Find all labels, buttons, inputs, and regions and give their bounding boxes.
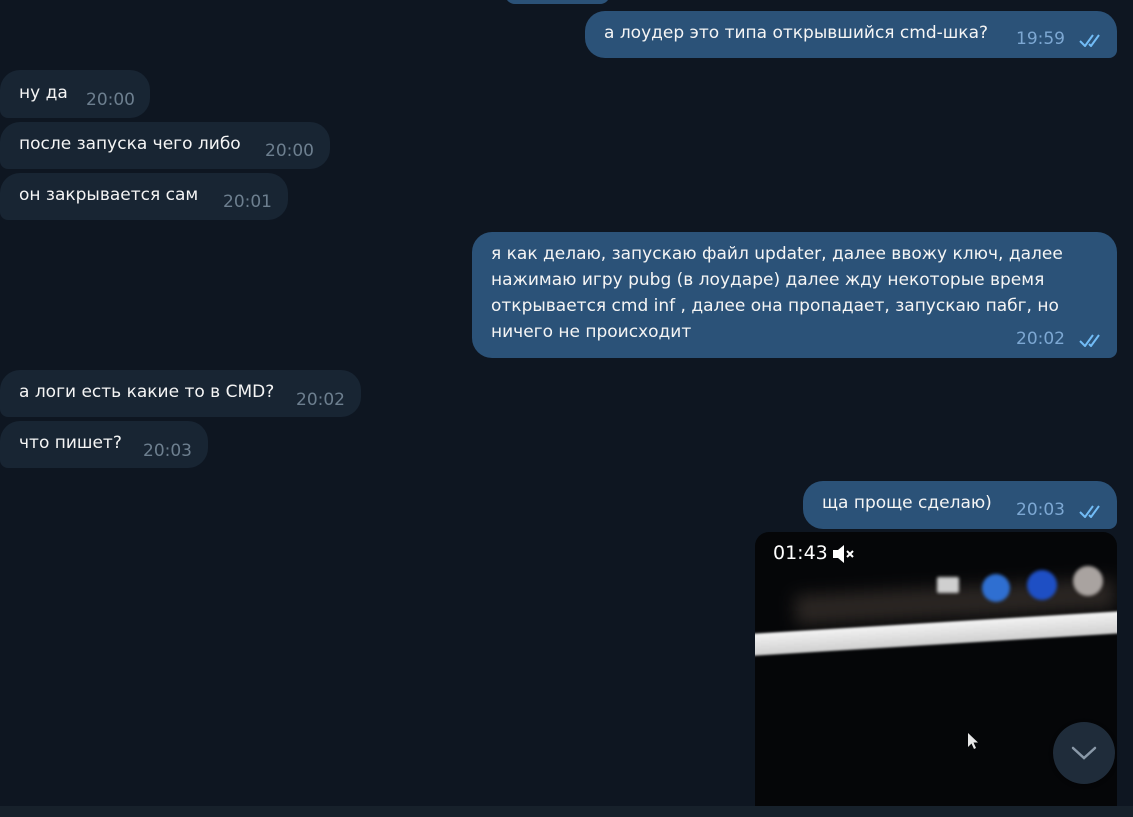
message-text-line: открывается cmd inf , далее она пропадае… [491, 296, 1059, 316]
message-text: а лоудер это типа открывшийся cmd-шка? [604, 23, 989, 43]
message-bubble-outgoing[interactable]: а лоудер это типа открывшийся cmd-шка? 1… [585, 11, 1117, 58]
message-bubble-outgoing[interactable]: ща проще сделаю) 20:03 [803, 481, 1117, 529]
scroll-to-bottom-button[interactable] [1053, 722, 1115, 784]
message-bubble-incoming[interactable]: а логи есть какие то в CMD? 20:02 [0, 370, 361, 417]
message-time: 19:59 [1016, 29, 1065, 49]
message-time: 20:02 [1016, 329, 1065, 349]
message-time: 20:02 [296, 390, 345, 410]
message-bubble-incoming[interactable]: ну да 20:00 [0, 70, 150, 118]
video-frame-app-icon [937, 577, 959, 593]
message-input-bar[interactable] [0, 806, 1133, 817]
message-time: 20:01 [223, 192, 272, 212]
message-text: что пишет? [19, 433, 122, 453]
muted-speaker-icon[interactable] [831, 543, 855, 565]
message-text: ну да [19, 83, 68, 103]
message-text-line: я как делаю, запускаю файл updater, дале… [491, 244, 1063, 264]
message-time: 20:03 [1016, 500, 1065, 520]
message-text-line: нажимаю игру pubg (в лоударе) далее жду … [491, 270, 1045, 290]
message-text: после запуска чего либо [19, 134, 241, 154]
message-bubble-incoming[interactable]: он закрывается сам 20:01 [0, 173, 288, 220]
message-bubble-outgoing[interactable]: я как делаю, запускаю файл updater, дале… [472, 232, 1117, 358]
message-time: 20:03 [143, 441, 192, 461]
message-bubble-incoming[interactable]: после запуска чего либо 20:00 [0, 122, 330, 169]
video-frame-app-icon [1027, 570, 1057, 600]
double-check-icon [1079, 34, 1100, 47]
double-check-icon [1079, 334, 1100, 347]
message-text: он закрывается сам [19, 185, 199, 205]
chat-area[interactable]: а лоудер это типа открывшийся cmd-шка? 1… [0, 0, 1133, 806]
message-bubble-incoming[interactable]: что пишет? 20:03 [0, 421, 208, 468]
message-text: ща проще сделаю) [822, 493, 992, 513]
previous-message-bubble [505, 0, 610, 4]
chevron-down-icon [1071, 746, 1097, 760]
mouse-cursor-icon [968, 733, 978, 749]
message-text: а логи есть какие то в CMD? [19, 382, 275, 402]
message-time: 20:00 [265, 141, 314, 161]
message-time: 20:00 [86, 90, 135, 110]
video-frame-app-icon [1073, 566, 1103, 596]
video-frame-app-icon [982, 574, 1010, 602]
video-duration: 01:43 [773, 542, 828, 564]
double-check-icon [1079, 505, 1100, 518]
message-text-line: ничего не происходит [491, 322, 692, 342]
